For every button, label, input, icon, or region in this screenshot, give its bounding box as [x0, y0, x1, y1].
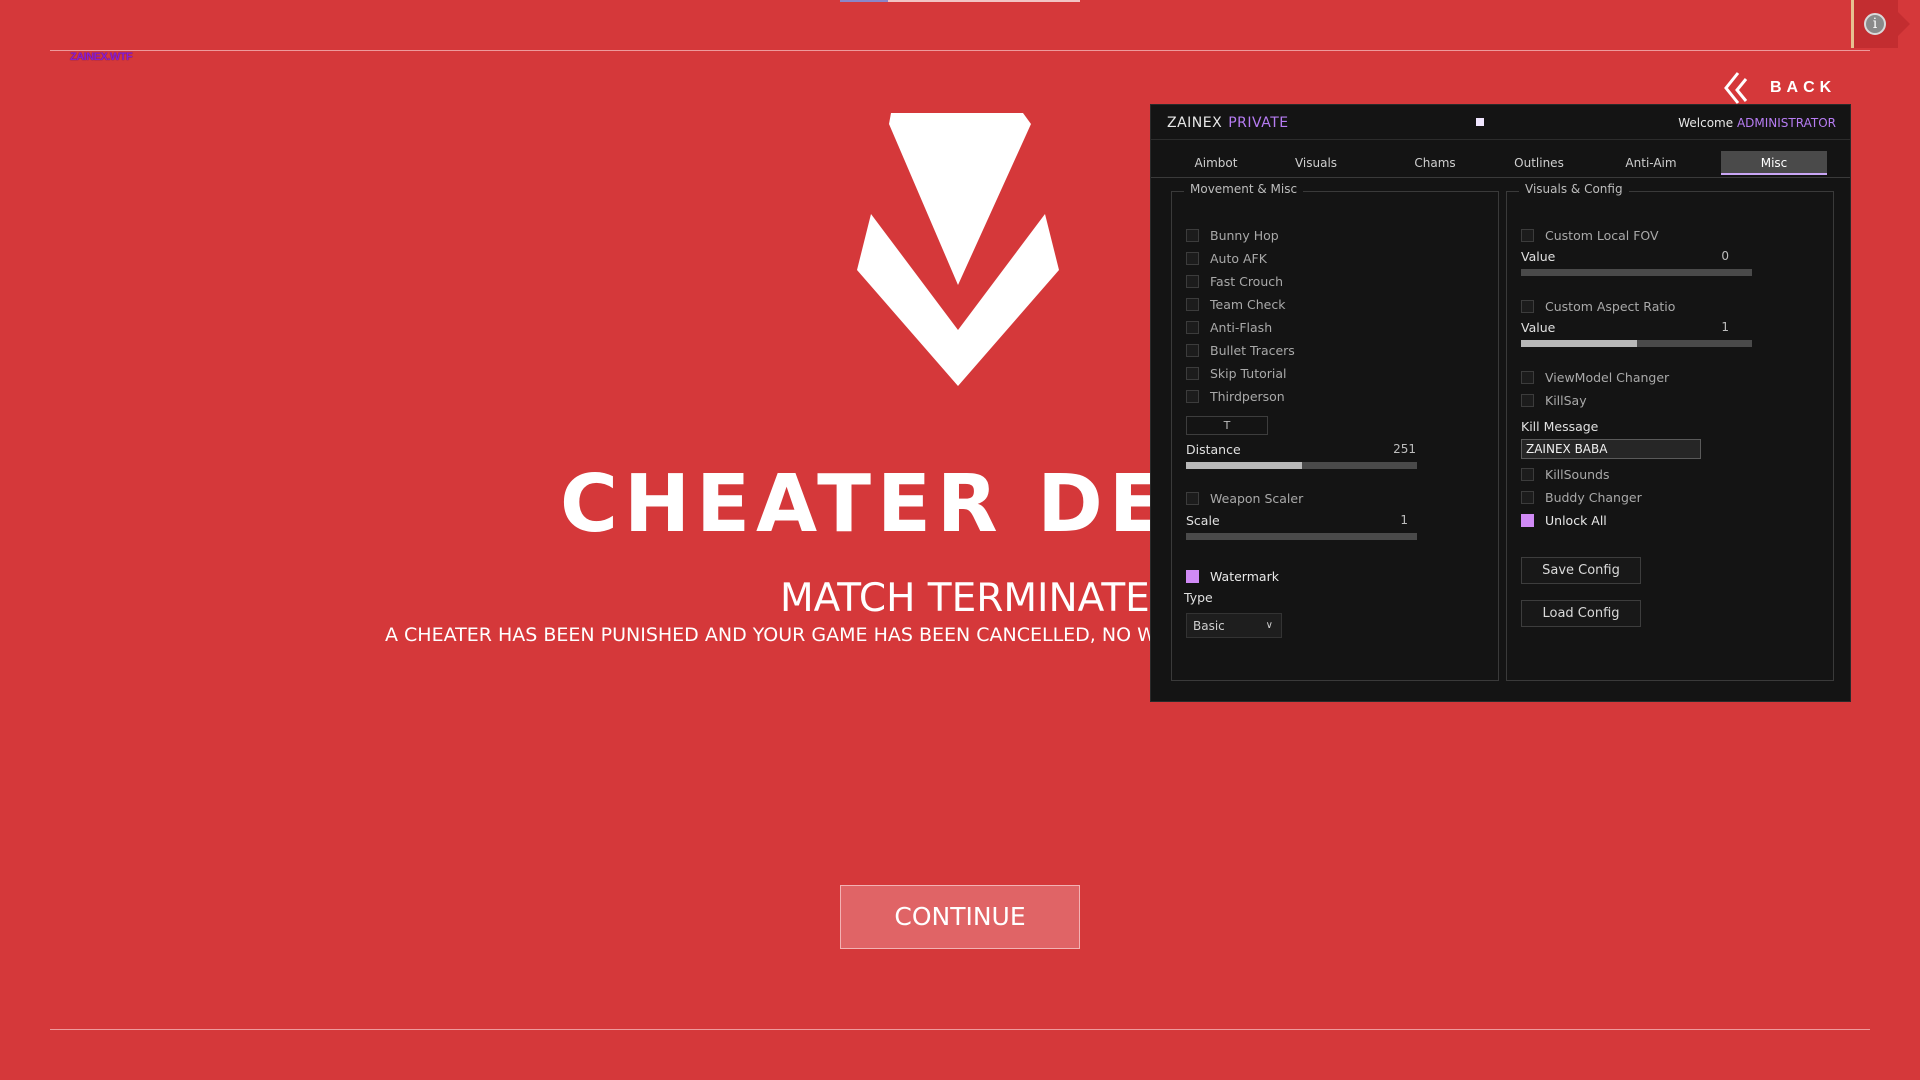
- scale-label: Scale: [1186, 513, 1220, 528]
- continue-button[interactable]: CONTINUE: [840, 885, 1080, 949]
- tab-aimbot[interactable]: Aimbot: [1171, 151, 1261, 175]
- checkbox-anti-flash[interactable]: Anti-Flash: [1186, 320, 1272, 335]
- tab-bar: Aimbot Visuals Chams Outlines Anti-Aim M…: [1151, 147, 1850, 178]
- group-movement-misc: Movement & Misc Bunny Hop Auto AFK Fast …: [1171, 182, 1499, 681]
- aspect-slider[interactable]: [1521, 340, 1752, 347]
- tab-chams[interactable]: Chams: [1387, 151, 1483, 175]
- fov-value: 0: [1721, 249, 1729, 263]
- watermark-text: ZAINEX.WTF: [70, 51, 133, 63]
- checkbox-skip-tutorial[interactable]: Skip Tutorial: [1186, 366, 1287, 381]
- load-config-button[interactable]: Load Config: [1521, 600, 1641, 627]
- back-button[interactable]: BACK: [1724, 70, 1836, 106]
- checkbox-team-check[interactable]: Team Check: [1186, 297, 1285, 312]
- checkbox-buddy-changer[interactable]: Buddy Changer: [1521, 490, 1642, 505]
- top-divider: [50, 50, 1870, 51]
- tab-visuals[interactable]: Visuals: [1269, 151, 1363, 175]
- checkbox-watermark[interactable]: Watermark: [1186, 569, 1279, 584]
- checkbox-auto-afk[interactable]: Auto AFK: [1186, 251, 1267, 266]
- chevron-down-icon: ∨: [1265, 620, 1273, 631]
- top-progress-indicator: [840, 0, 1080, 2]
- valorant-logo: [857, 113, 1059, 386]
- brand-tier: PRIVATE: [1228, 115, 1289, 131]
- distance-value: 251: [1393, 442, 1416, 456]
- group-title: Visuals & Config: [1519, 182, 1629, 196]
- aspect-value-label: Value: [1521, 320, 1556, 335]
- scale-value: 1: [1400, 513, 1408, 527]
- menu-header: ZAINEX PRIVATE Welcome ADMINISTRATOR: [1151, 105, 1850, 140]
- checkbox-bunny-hop[interactable]: Bunny Hop: [1186, 228, 1279, 243]
- username: ADMINISTRATOR: [1736, 116, 1836, 130]
- checkbox-fast-crouch[interactable]: Fast Crouch: [1186, 274, 1283, 289]
- tab-anti-aim[interactable]: Anti-Aim: [1603, 151, 1699, 175]
- fov-value-label: Value: [1521, 249, 1556, 264]
- type-select[interactable]: Basic ∨: [1186, 613, 1282, 638]
- back-label: BACK: [1770, 79, 1837, 96]
- info-tab[interactable]: i: [1851, 0, 1910, 48]
- checkbox-bullet-tracers[interactable]: Bullet Tracers: [1186, 343, 1295, 358]
- description-text: A CHEATER HAS BEEN PUNISHED AND YOUR GAM…: [385, 624, 1240, 646]
- fov-slider[interactable]: [1521, 269, 1752, 276]
- type-label: Type: [1184, 590, 1213, 605]
- tab-outlines[interactable]: Outlines: [1491, 151, 1587, 175]
- aspect-value: 1: [1721, 320, 1729, 334]
- checkbox-thirdperson[interactable]: Thirdperson: [1186, 389, 1285, 404]
- checkbox-custom-local-fov[interactable]: Custom Local FOV: [1521, 228, 1659, 243]
- save-config-button[interactable]: Save Config: [1521, 557, 1641, 584]
- checkbox-weapon-scaler[interactable]: Weapon Scaler: [1186, 491, 1303, 506]
- kill-message-label: Kill Message: [1521, 419, 1599, 434]
- checkbox-killsay[interactable]: KillSay: [1521, 393, 1587, 408]
- thirdperson-keybind[interactable]: T: [1186, 416, 1268, 435]
- bottom-divider: [50, 1029, 1870, 1030]
- checkbox-killsounds[interactable]: KillSounds: [1521, 467, 1610, 482]
- welcome-label: Welcome: [1678, 116, 1734, 130]
- checkbox-viewmodel-changer[interactable]: ViewModel Changer: [1521, 370, 1669, 385]
- group-visuals-config: Visuals & Config Custom Local FOV Value …: [1506, 182, 1834, 681]
- tab-misc[interactable]: Misc: [1721, 151, 1827, 175]
- brand-name: ZAINEX: [1167, 115, 1223, 131]
- distance-slider[interactable]: [1186, 462, 1417, 469]
- checkbox-custom-aspect-ratio[interactable]: Custom Aspect Ratio: [1521, 299, 1675, 314]
- menu-brand: ZAINEX PRIVATE: [1167, 115, 1289, 131]
- info-icon[interactable]: i: [1864, 13, 1886, 35]
- type-select-value: Basic: [1193, 619, 1225, 633]
- checkbox-unlock-all[interactable]: Unlock All: [1521, 513, 1607, 528]
- scale-slider[interactable]: [1186, 533, 1417, 540]
- distance-label: Distance: [1186, 442, 1241, 457]
- welcome-text: Welcome ADMINISTRATOR: [1678, 116, 1836, 130]
- status-indicator: [1476, 118, 1484, 126]
- group-title: Movement & Misc: [1184, 182, 1304, 196]
- double-chevron-left-icon: [1724, 72, 1748, 104]
- subtitle: MATCH TERMINATED: [780, 576, 1180, 621]
- cheat-menu-window: ZAINEX PRIVATE Welcome ADMINISTRATOR Aimb…: [1150, 104, 1851, 702]
- kill-message-input[interactable]: [1521, 439, 1701, 459]
